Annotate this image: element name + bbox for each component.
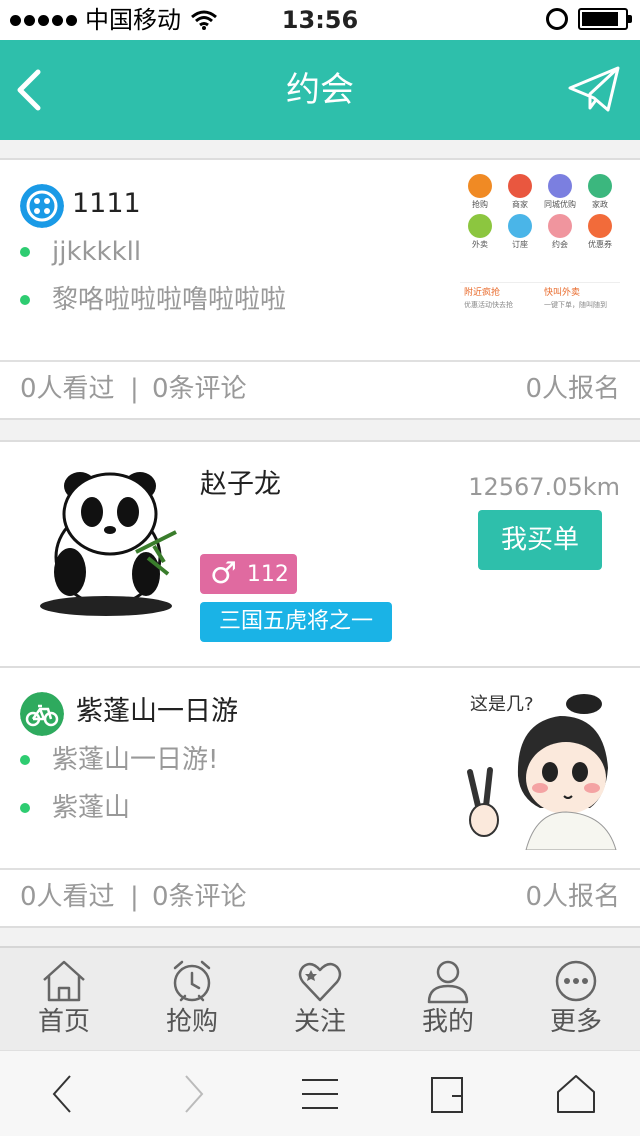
pay-button[interactable]: 我买单 <box>478 510 602 570</box>
event-thumbnail: 这是几? <box>456 686 620 850</box>
views-count: 0人看过 <box>20 882 115 912</box>
comments-count: 0条评论 <box>152 882 247 912</box>
browser-home-button[interactable] <box>546 1064 606 1124</box>
comments-count: 0条评论 <box>152 374 247 404</box>
alarm-icon <box>546 8 568 30</box>
tab-follow[interactable]: 关注 <box>256 948 384 1050</box>
nav-header: 约会 <box>0 40 640 140</box>
tabs-icon <box>431 1076 463 1113</box>
gender-age-badge: ♂ 112 <box>200 554 297 594</box>
list-item: 黎咯啦啦啦噜啦啦啦 <box>20 284 286 316</box>
user-tag: 三国五虎将之一 <box>200 602 392 642</box>
stats-separator: | <box>130 882 139 912</box>
browser-tabs-button[interactable] <box>418 1064 478 1124</box>
event-title: 紫蓬山一日游 <box>76 696 238 727</box>
tab-bar: 首页 抢购 关注 我的 更多 <box>0 946 640 1050</box>
heart-icon <box>298 962 342 1002</box>
browser-back-button[interactable] <box>34 1064 94 1124</box>
tab-profile[interactable]: 我的 <box>384 948 512 1050</box>
views-count: 0人看过 <box>20 374 115 404</box>
stats-separator: | <box>130 374 139 404</box>
event-card[interactable]: 紫蓬山一日游 紫蓬山一日游! 紫蓬山 这是几? 0人看过 | 0条评论 0人报名 <box>0 666 640 928</box>
browser-menu-button[interactable] <box>290 1064 350 1124</box>
list-item: 紫蓬山一日游! <box>20 744 218 776</box>
event-title: 1111 <box>72 188 141 219</box>
panda-avatar <box>40 472 177 616</box>
signups-count: 0人报名 <box>525 374 620 404</box>
tab-more[interactable]: 更多 <box>512 948 640 1050</box>
alarm-clock-icon <box>173 960 211 1002</box>
event-thumbnail: 抢购 商家 同城优购 家政 外卖 订座 约会 优惠券 附近疯抢 优惠活动快去抢 快… <box>460 174 620 342</box>
home-outline-icon <box>557 1074 595 1113</box>
paper-plane-icon[interactable] <box>568 64 622 116</box>
user-icon <box>427 960 469 1004</box>
user-name: 赵子龙 <box>200 469 281 500</box>
status-bar: 中国移动 13:56 <box>0 0 640 40</box>
event-card[interactable]: 1111 jjkkkkll 黎咯啦啦啦噜啦啦啦 抢购 商家 同城优购 家政 外卖… <box>0 158 640 420</box>
event-stats: 0人看过 | 0条评论 0人报名 <box>0 360 640 418</box>
battery-icon <box>578 8 632 30</box>
user-age: 112 <box>246 561 289 587</box>
list-item: jjkkkkll <box>20 236 141 268</box>
tab-flash-sale[interactable]: 抢购 <box>128 948 256 1050</box>
signups-count: 0人报名 <box>525 882 620 912</box>
browser-forward-button[interactable] <box>162 1064 222 1124</box>
more-icon <box>555 960 597 1002</box>
film-reel-icon <box>20 184 64 228</box>
svg-text:这是几?: 这是几? <box>470 694 534 715</box>
distance: 12567.05km <box>468 473 620 501</box>
event-stats: 0人看过 | 0条评论 0人报名 <box>0 868 640 926</box>
tab-home[interactable]: 首页 <box>0 948 128 1050</box>
bicycle-icon <box>20 692 64 736</box>
male-icon: ♂ <box>210 556 237 591</box>
list-item: 紫蓬山 <box>20 792 130 824</box>
clock: 13:56 <box>281 6 359 34</box>
menu-icon <box>302 1078 338 1109</box>
user-card[interactable]: 赵子龙 12567.05km 我买单 ♂ 112 三国五虎将之一 <box>0 440 640 668</box>
chevron-right-icon <box>185 1074 204 1113</box>
browser-toolbar <box>0 1050 640 1136</box>
page-title: 约会 <box>286 70 354 110</box>
home-icon <box>43 960 85 1002</box>
chevron-left-icon <box>52 1074 71 1113</box>
